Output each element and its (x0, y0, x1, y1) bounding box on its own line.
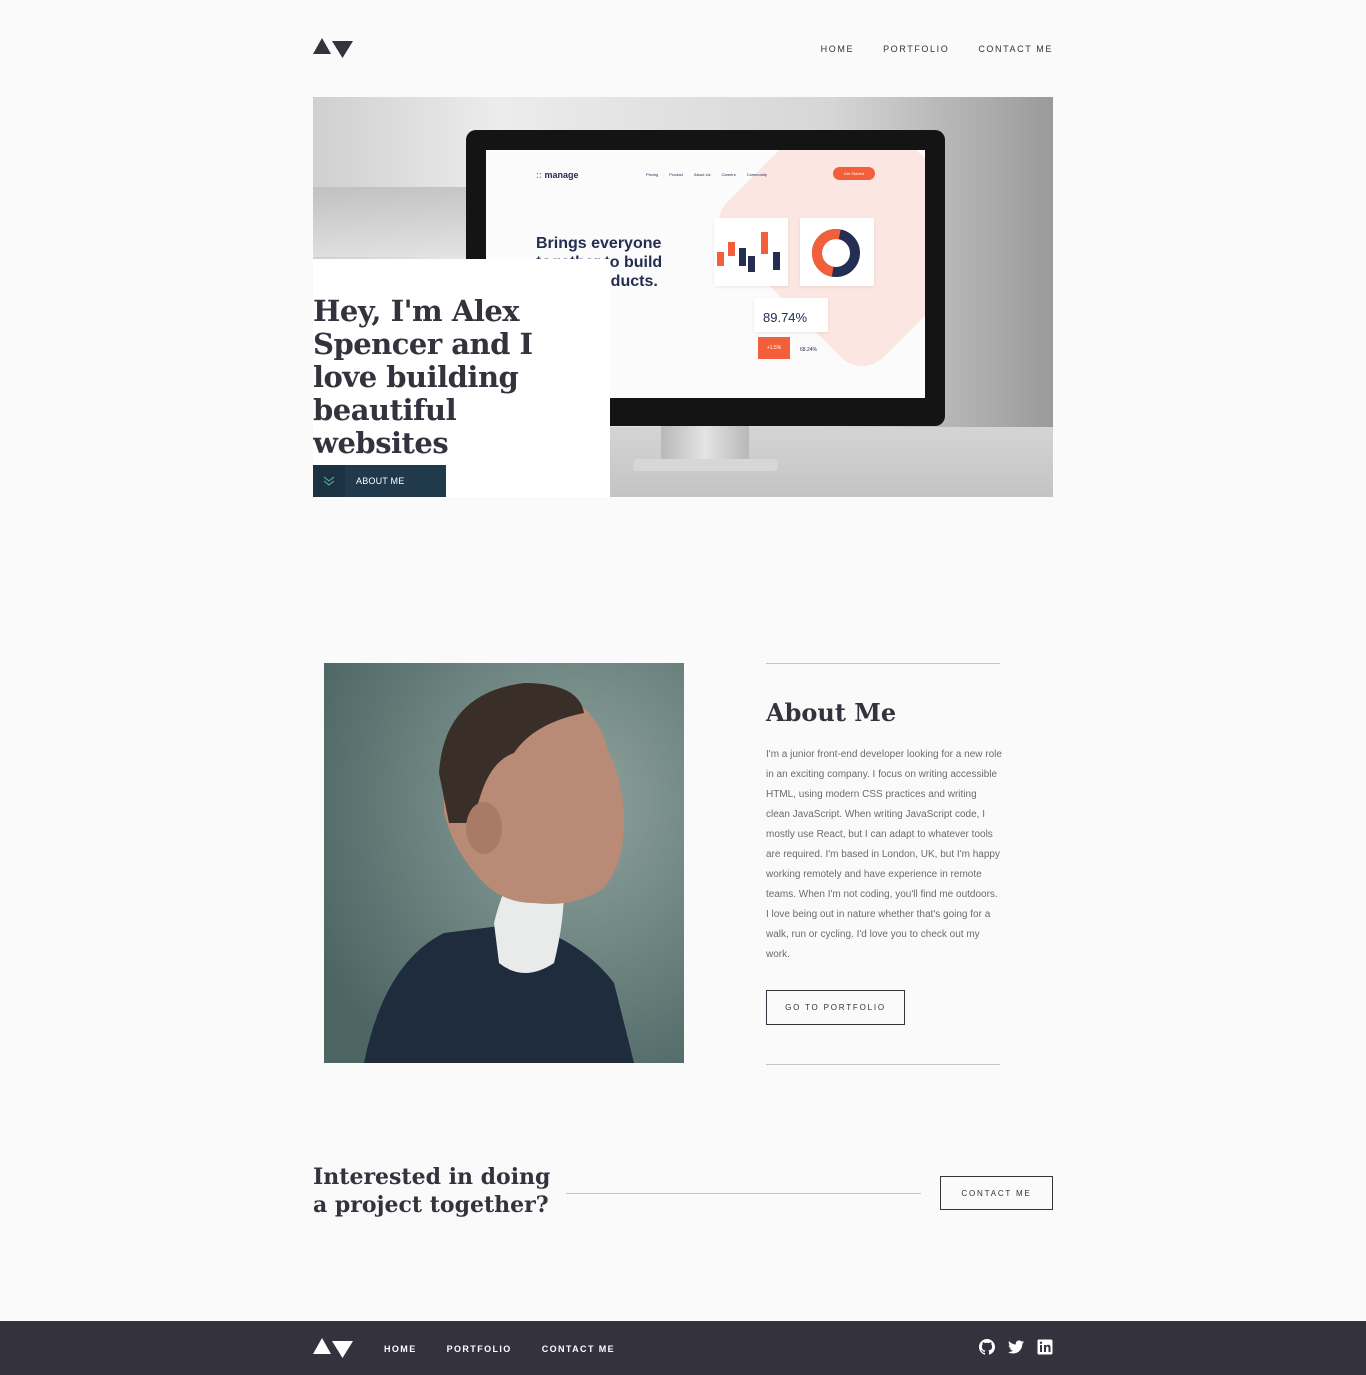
logo-icon[interactable] (313, 38, 353, 58)
footer-nav-home[interactable]: HOME (384, 1344, 417, 1354)
linkedin-icon[interactable] (1037, 1339, 1053, 1355)
about-text: I'm a junior front-end developer looking… (766, 749, 1002, 960)
twitter-icon[interactable] (1008, 1339, 1024, 1355)
footer-nav: HOME PORTFOLIO CONTACT ME (384, 1344, 615, 1354)
go-to-portfolio-button[interactable]: GO TO PORTFOLIO (766, 990, 905, 1025)
footer-logo-icon[interactable] (313, 1338, 353, 1358)
hero-title: Hey, I'm Alex Spencer and I love buildin… (313, 294, 533, 460)
hero-section: :: manage Pricing Product About Us Caree… (313, 97, 1053, 497)
screen-donut-card (800, 218, 874, 286)
nav-home[interactable]: HOME (821, 44, 854, 54)
about-title: About Me (766, 698, 897, 727)
about-me-button[interactable]: ABOUT ME (313, 465, 446, 497)
about-me-button-label: ABOUT ME (356, 476, 405, 486)
screen-menu: Pricing Product About Us Careers Communi… (646, 172, 767, 177)
screen-cta: Get Started (833, 167, 875, 180)
contact-me-button[interactable]: CONTACT ME (940, 1176, 1053, 1210)
main-nav: HOME PORTFOLIO CONTACT ME (821, 44, 1053, 54)
github-icon[interactable] (979, 1339, 995, 1355)
screen-stat-red: +1.5% (758, 337, 790, 359)
portrait-image (324, 663, 684, 1063)
footer: HOME PORTFOLIO CONTACT ME (0, 1321, 1366, 1375)
footer-nav-portfolio[interactable]: PORTFOLIO (447, 1344, 512, 1354)
footer-nav-contact-me[interactable]: CONTACT ME (542, 1344, 615, 1354)
social-links (979, 1339, 1053, 1355)
screen-stat-main: 89.74% (763, 310, 808, 325)
about-section: About Me I'm a junior front-end develope… (766, 663, 1002, 1065)
hero-card: Hey, I'm Alex Spencer and I love buildin… (313, 259, 610, 497)
screen-stat-small: 68.24% (800, 347, 817, 353)
divider (566, 1193, 921, 1194)
contact-title: Interested in doing a project together? (313, 1164, 551, 1218)
screen-logo: :: manage (536, 170, 579, 180)
nav-portfolio[interactable]: PORTFOLIO (883, 44, 949, 54)
nav-contact-me[interactable]: CONTACT ME (978, 44, 1053, 54)
screen-chart-card (714, 218, 788, 286)
chevrons-down-icon (313, 465, 345, 497)
